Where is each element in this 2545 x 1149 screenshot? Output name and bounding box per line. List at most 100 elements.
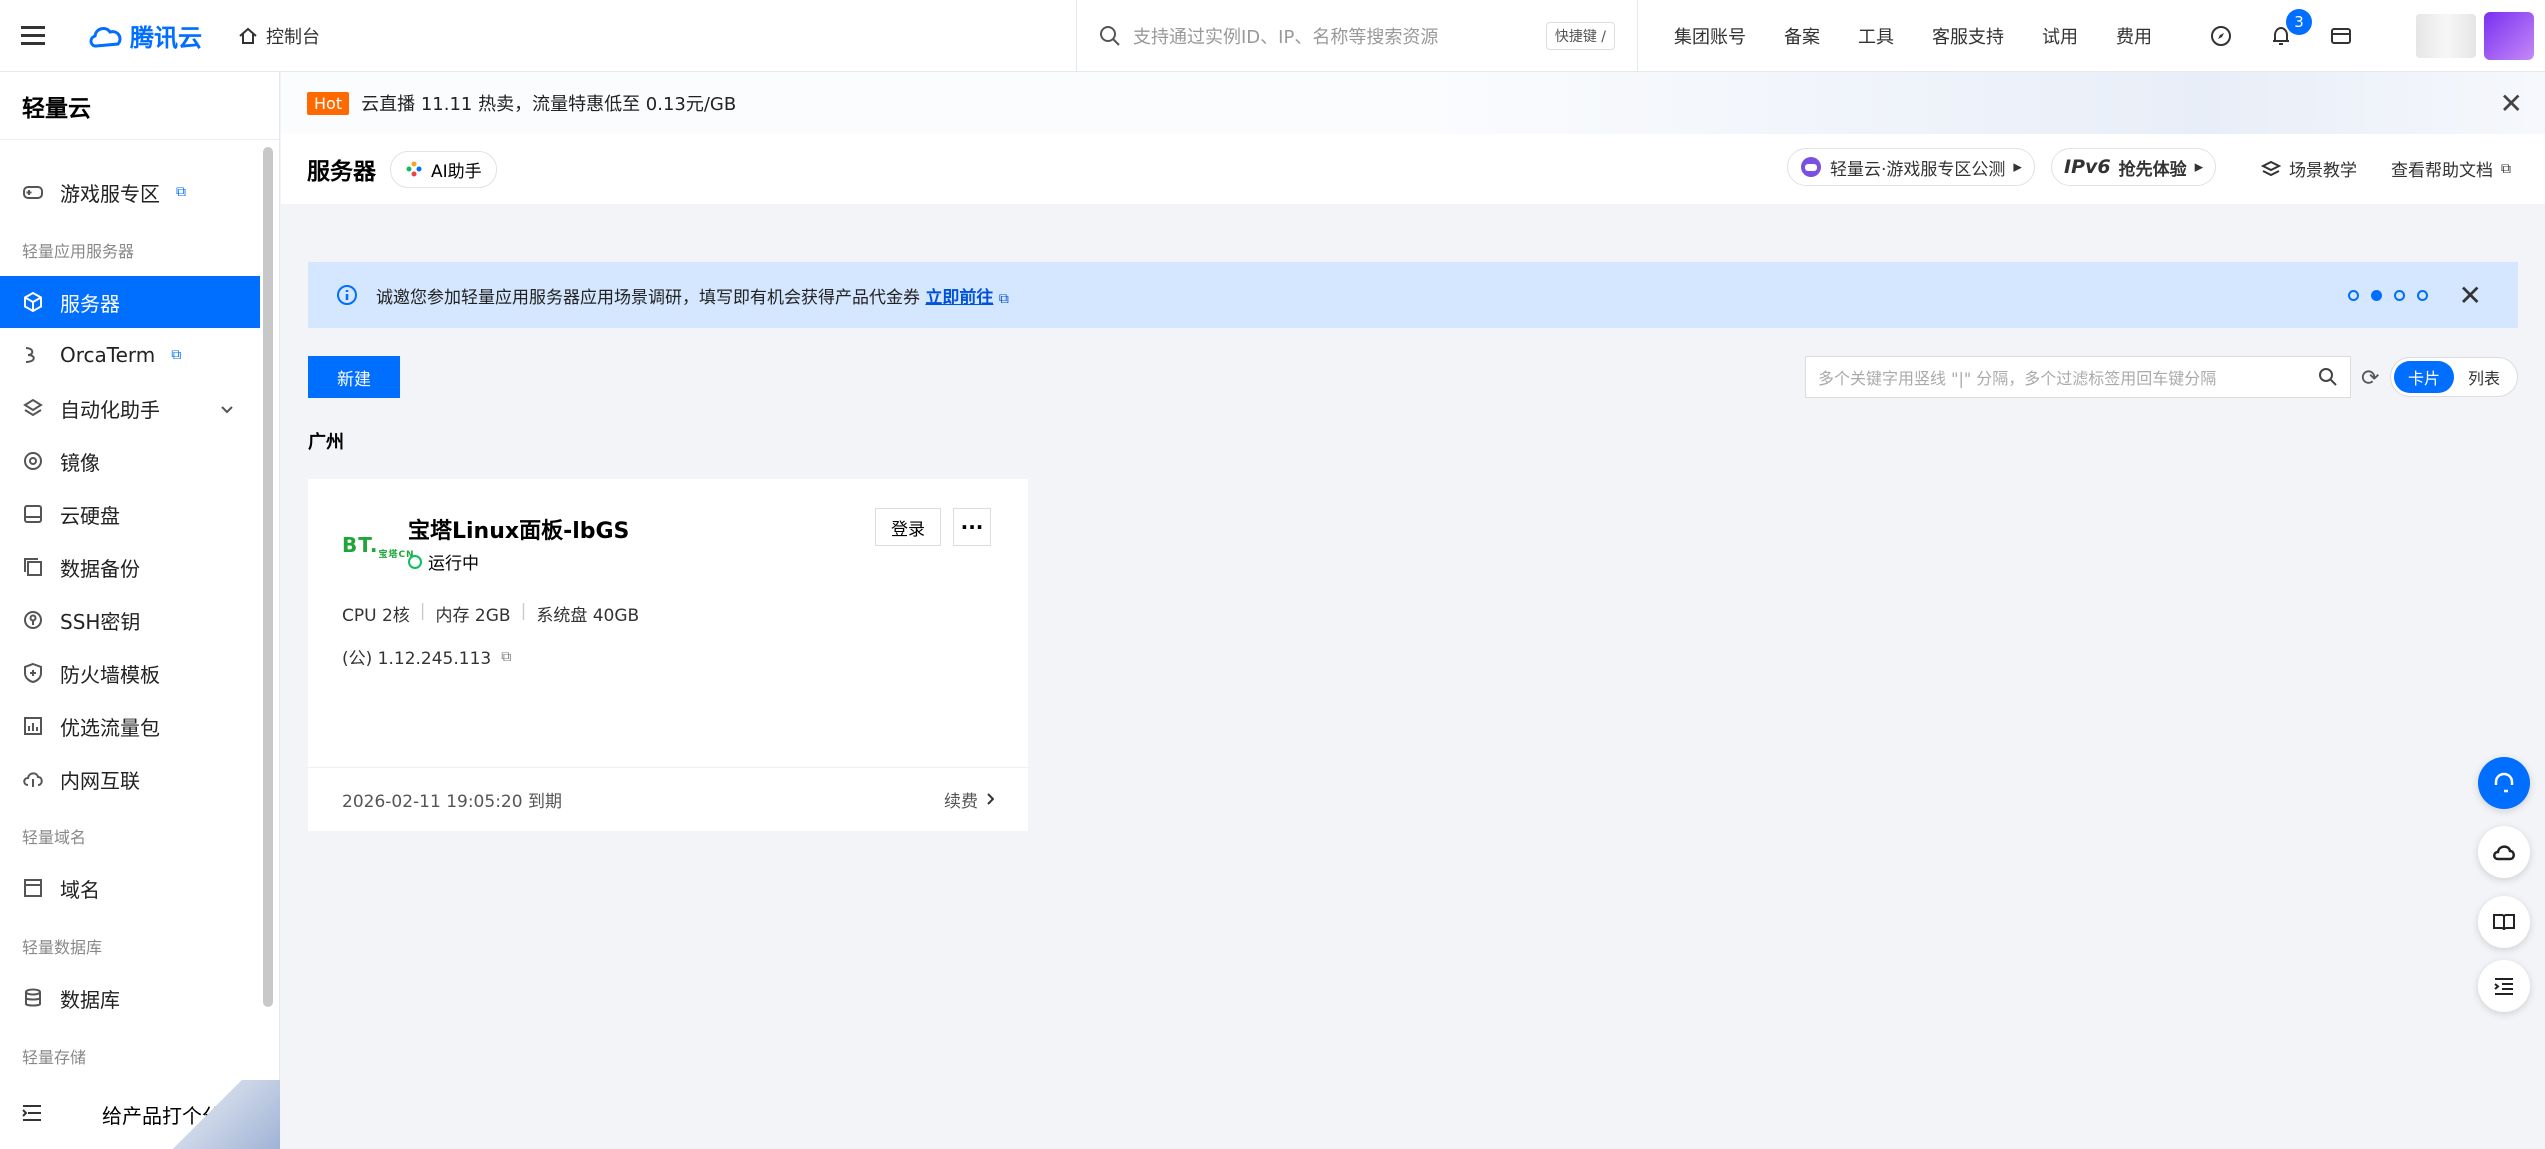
main-content: Hot 云直播 11.11 热卖，流量特惠低至 0.13元/GB ✕ 服务器 A… bbox=[281, 72, 2545, 1149]
nav-link-support[interactable]: 客服支持 bbox=[1932, 23, 2004, 49]
instance-name[interactable]: 宝塔Linux面板-lbGS bbox=[408, 513, 629, 545]
nav-link-billing[interactable]: 费用 bbox=[2116, 23, 2152, 49]
sidebar-item-game-zone[interactable]: 游戏服专区 ⧉ bbox=[0, 166, 260, 218]
close-icon[interactable]: ✕ bbox=[2500, 87, 2523, 120]
region-heading: 广州 bbox=[308, 432, 344, 453]
more-actions-button[interactable]: ··· bbox=[953, 508, 991, 546]
sidebar-item-label: 服务器 bbox=[60, 291, 120, 316]
copy-icon[interactable]: ⧉ bbox=[501, 649, 511, 665]
scene-tutorial-link[interactable]: 场景教学 bbox=[2261, 156, 2357, 181]
login-button[interactable]: 登录 bbox=[875, 508, 941, 546]
sidebar-item-label: SSH密钥 bbox=[60, 609, 141, 634]
sidebar-item-database[interactable]: 数据库 bbox=[0, 972, 260, 1024]
outline-icon[interactable] bbox=[2478, 960, 2530, 1012]
console-link[interactable]: 控制台 bbox=[238, 23, 320, 49]
carousel-dot[interactable] bbox=[2348, 289, 2359, 301]
avatar[interactable] bbox=[2484, 12, 2534, 60]
sidebar-item-label: 内网互联 bbox=[60, 768, 140, 793]
book-icon[interactable] bbox=[2478, 896, 2530, 948]
customer-service-icon[interactable] bbox=[2478, 757, 2530, 809]
carousel-dot-active[interactable] bbox=[2371, 289, 2382, 301]
nav-link-tools[interactable]: 工具 bbox=[1858, 23, 1894, 49]
rate-product-bar[interactable]: 给产品打个分 bbox=[0, 1080, 280, 1149]
compass-icon[interactable] bbox=[2210, 25, 2232, 47]
memory-spec: 内存 2GB bbox=[435, 606, 511, 626]
play-icon: ▸ bbox=[2194, 157, 2204, 177]
sidebar-item-ssh-key[interactable]: SSH密钥 bbox=[0, 594, 260, 646]
sidebar-item-servers[interactable]: 服务器 bbox=[0, 276, 260, 328]
gamepad-icon bbox=[1801, 157, 1821, 177]
renew-label: 续费 bbox=[944, 792, 978, 812]
refresh-icon[interactable]: ⟳ bbox=[2361, 366, 2379, 391]
logo-text: 腾讯云 bbox=[130, 24, 202, 52]
menu-icon[interactable] bbox=[0, 0, 66, 72]
robot-icon bbox=[22, 397, 44, 419]
layers-icon bbox=[2261, 160, 2281, 176]
sidebar-item-backup[interactable]: 数据备份 bbox=[0, 541, 260, 593]
sidebar-item-domain[interactable]: 域名 bbox=[0, 862, 260, 914]
sidebar-item-cloud-disk[interactable]: 云硬盘 bbox=[0, 488, 260, 540]
page-header: 服务器 AI助手 轻量云·游戏服专区公测 ▸ IPv6 抢先体验 ▸ 场景教学 … bbox=[281, 134, 2545, 204]
public-ip: (公) 1.12.245.113 ⧉ bbox=[342, 644, 511, 670]
filter-placeholder: 多个关键字用竖线 "|" 分隔，多个过滤标签用回车键分隔 bbox=[1818, 369, 2217, 388]
sidebar-item-label: OrcaTerm bbox=[60, 343, 156, 367]
close-icon[interactable]: ✕ bbox=[2459, 279, 2482, 312]
search-icon bbox=[1100, 26, 1120, 46]
ip-address: (公) 1.12.245.113 bbox=[342, 649, 492, 669]
header-links: 集团账号 备案 工具 客服支持 试用 费用 bbox=[1674, 0, 2152, 72]
sidebar-group-domain: 轻量域名 bbox=[22, 828, 87, 847]
sidebar-item-firewall[interactable]: 防火墙模板 bbox=[0, 647, 260, 699]
card-icon[interactable] bbox=[2330, 25, 2352, 47]
sidebar-item-traffic[interactable]: 优选流量包 bbox=[0, 700, 260, 752]
renew-link[interactable]: 续费 bbox=[944, 787, 995, 812]
top-navbar: 腾讯云 控制台 支持通过实例ID、IP、名称等搜索资源 快捷键 / 集团账号 备… bbox=[0, 0, 2545, 72]
page-title: 服务器 bbox=[307, 159, 376, 185]
game-zone-label: 轻量云·游戏服专区公测 bbox=[1830, 159, 2006, 180]
tencent-cloud-logo[interactable]: 腾讯云 bbox=[88, 18, 202, 53]
promo-banner[interactable]: Hot 云直播 11.11 热卖，流量特惠低至 0.13元/GB ✕ bbox=[281, 72, 2545, 134]
sidebar-item-label: 优选流量包 bbox=[60, 715, 160, 740]
carousel-dot[interactable] bbox=[2417, 289, 2428, 301]
ai-assistant-button[interactable]: AI助手 bbox=[390, 150, 497, 188]
ai-assistant-label: AI助手 bbox=[431, 161, 482, 182]
create-button[interactable]: 新建 bbox=[308, 356, 400, 398]
database-icon bbox=[22, 987, 44, 1009]
ipv6-pill[interactable]: IPv6 抢先体验 ▸ bbox=[2051, 148, 2217, 186]
bt-panel-logo: BT.宝塔CN bbox=[342, 533, 415, 560]
carousel-dot[interactable] bbox=[2394, 289, 2405, 301]
sidebar-item-automation[interactable]: 自动化助手 bbox=[0, 382, 260, 434]
hot-badge: Hot bbox=[307, 91, 350, 115]
cube-icon bbox=[22, 291, 44, 313]
sidebar-title: 轻量云 bbox=[0, 72, 279, 140]
instance-card[interactable]: BT.宝塔CN 宝塔Linux面板-lbGS 运行中 登录 ··· CPU 2核… bbox=[308, 479, 1028, 831]
sidebar-scrollbar[interactable] bbox=[263, 147, 273, 1007]
cloud-assistant-icon[interactable] bbox=[2478, 826, 2530, 878]
sidebar-item-intranet[interactable]: 内网互联 bbox=[0, 753, 260, 805]
nav-link-icp[interactable]: 备案 bbox=[1784, 23, 1820, 49]
traffic-icon bbox=[22, 715, 44, 737]
nav-link-trial[interactable]: 试用 bbox=[2042, 23, 2078, 49]
external-link-icon: ⧉ bbox=[2501, 160, 2511, 177]
header-icons: 3 bbox=[2210, 0, 2352, 72]
user-name[interactable] bbox=[2416, 14, 2476, 58]
view-card-button[interactable]: 卡片 bbox=[2394, 361, 2455, 393]
help-docs-link[interactable]: 查看帮助文档 ⧉ bbox=[2391, 156, 2511, 182]
nav-link-group-account[interactable]: 集团账号 bbox=[1674, 23, 1746, 49]
filter-input[interactable]: 多个关键字用竖线 "|" 分隔，多个过滤标签用回车键分隔 bbox=[1805, 356, 2351, 398]
sidebar: 轻量云 游戏服专区 ⧉ 轻量应用服务器 服务器 OrcaTerm ⧉ 自动化助手… bbox=[0, 72, 280, 1149]
sidebar-item-label: 云硬盘 bbox=[60, 503, 120, 528]
survey-link[interactable]: 立即前往 bbox=[925, 288, 993, 308]
status-text: 运行中 bbox=[428, 554, 479, 574]
sidebar-item-label: 数据库 bbox=[60, 987, 120, 1012]
sidebar-item-images[interactable]: 镜像 bbox=[0, 435, 260, 487]
play-icon: ▸ bbox=[2013, 157, 2022, 177]
bell-icon[interactable]: 3 bbox=[2270, 9, 2312, 47]
game-zone-pill[interactable]: 轻量云·游戏服专区公测 ▸ bbox=[1787, 148, 2035, 186]
search-icon[interactable] bbox=[2318, 367, 2338, 387]
disk-spec: 系统盘 40GB bbox=[536, 606, 640, 626]
global-search-input[interactable]: 支持通过实例ID、IP、名称等搜索资源 快捷键 / bbox=[1076, 0, 1638, 72]
shield-icon bbox=[22, 662, 44, 684]
survey-text: 诚邀您参加轻量应用服务器应用场景调研，填写即有机会获得产品代金券 bbox=[376, 287, 920, 308]
view-list-button[interactable]: 列表 bbox=[2454, 361, 2514, 393]
sidebar-item-orcaterm[interactable]: OrcaTerm ⧉ bbox=[0, 329, 260, 381]
